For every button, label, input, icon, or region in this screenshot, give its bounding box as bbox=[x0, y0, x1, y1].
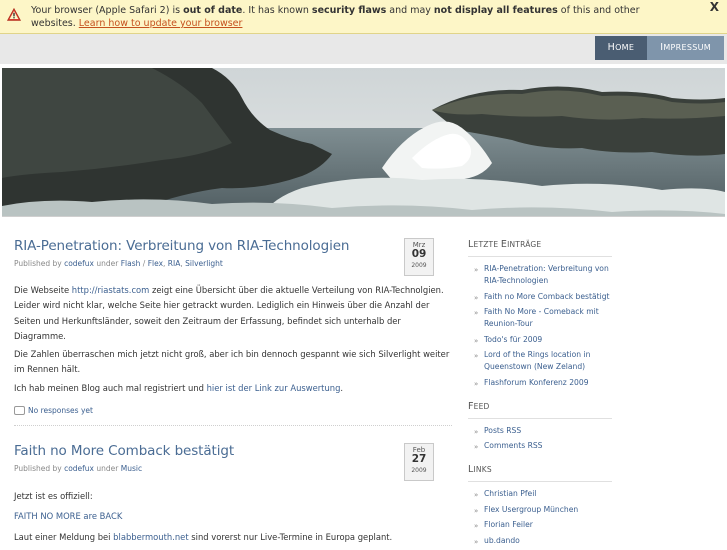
browser-warning-bar: Your browser (Apple Safari 2) is out of … bbox=[0, 0, 727, 34]
sidebar-item-comments-rss[interactable]: » Comments RSS bbox=[462, 440, 612, 452]
post: Faith no More Comback bestätigt Publishe… bbox=[14, 443, 452, 548]
close-warning-button[interactable]: X bbox=[710, 1, 719, 14]
bullet-icon: » bbox=[474, 266, 479, 274]
sidebar-item-recent[interactable]: » Lord of the Rings location in Queenstow… bbox=[462, 349, 612, 373]
author-link[interactable]: codefux bbox=[64, 464, 94, 473]
comment-icon bbox=[14, 406, 25, 416]
sidebar-heading-links: LINKS bbox=[468, 464, 612, 482]
sidebar-item-link[interactable]: » Flex Usergroup München bbox=[462, 504, 612, 516]
category-link[interactable]: Flash bbox=[121, 259, 141, 268]
post-title[interactable]: RIA-Penetration: Verbreitung von RIA-Tec… bbox=[14, 238, 452, 254]
sidebar-heading-recent: LETZTE EINTRÄGE bbox=[468, 239, 612, 257]
post: RIA-Penetration: Verbreitung von RIA-Tec… bbox=[14, 238, 452, 416]
nav-home[interactable]: HOME bbox=[594, 36, 648, 60]
warning-icon bbox=[7, 8, 21, 21]
recent-posts-list: » RIA-Penetration: Verbreitung von RIA-Te… bbox=[462, 263, 612, 389]
bullet-icon: » bbox=[474, 427, 479, 436]
sidebar: LETZTE EINTRÄGE » RIA-Penetration: Verbre… bbox=[462, 230, 612, 550]
sidebar-item-link[interactable]: » Christian Pfeil bbox=[462, 488, 612, 500]
bullet-icon: » bbox=[474, 506, 479, 515]
author-link[interactable]: codefux bbox=[64, 259, 94, 268]
sidebar-item-recent[interactable]: » RIA-Penetration: Verbreitung von RIA-Te… bbox=[462, 263, 612, 287]
category-link[interactable]: Flex bbox=[148, 259, 163, 268]
post-date: Feb 27 2009 bbox=[404, 443, 434, 481]
riastats-link[interactable]: http://riastats.com bbox=[72, 285, 150, 295]
links-list: » Christian Pfeil » Flex Usergroup München… bbox=[462, 488, 612, 547]
stats-link[interactable]: hier ist der Link zur Auswertung bbox=[207, 383, 341, 393]
bullet-icon: » bbox=[474, 309, 479, 317]
sidebar-item-link[interactable]: » Florian Feiler bbox=[462, 519, 612, 531]
sidebar-item-recent[interactable]: » Todo's für 2009 bbox=[462, 334, 612, 346]
blabbermouth-link[interactable]: blabbermouth.net bbox=[113, 532, 188, 542]
bullet-icon: » bbox=[474, 379, 479, 388]
bullet-icon: » bbox=[474, 491, 479, 499]
nav-impressum[interactable]: IMPRESSUM bbox=[647, 36, 724, 60]
post-date: Mrz 09 2009 bbox=[404, 238, 434, 276]
feed-list: » Posts RSS » Comments RSS bbox=[462, 425, 612, 453]
sidebar-item-recent[interactable]: » Faith no More Comback bestätigt bbox=[462, 291, 612, 303]
bullet-icon: » bbox=[474, 443, 479, 451]
sidebar-heading-feed: FEED bbox=[468, 401, 612, 419]
main-nav: HOME IMPRESSUM bbox=[594, 36, 724, 60]
post-body: Jetzt ist es offiziell: FAITH NO MORE ar… bbox=[14, 491, 393, 542]
faith-no-more-link[interactable]: FAITH NO MORE are BACK bbox=[14, 511, 122, 521]
category-link[interactable]: RIA bbox=[168, 259, 181, 268]
bullet-icon: » bbox=[474, 293, 479, 302]
bullet-icon: » bbox=[474, 522, 479, 530]
sidebar-item-recent[interactable]: » Flashforum Konferenz 2009 bbox=[462, 377, 612, 389]
category-link[interactable]: Music bbox=[121, 464, 142, 473]
bullet-icon: » bbox=[474, 537, 479, 546]
warning-message: Your browser (Apple Safari 2) is out of … bbox=[31, 5, 640, 29]
post-separator bbox=[14, 425, 452, 426]
post-body: Die Webseite http://riastats.com zeigt e… bbox=[14, 285, 450, 393]
post-title[interactable]: Faith no More Comback bestätigt bbox=[14, 443, 452, 459]
header-banner-image bbox=[2, 68, 725, 217]
update-browser-link[interactable]: Learn how to update your browser bbox=[79, 18, 243, 29]
post-meta: Published by codefux under Flash / Flex,… bbox=[14, 259, 223, 268]
sidebar-item-recent[interactable]: » Faith No More - Comeback mit Reunion-To… bbox=[462, 306, 612, 330]
bullet-icon: » bbox=[474, 352, 479, 360]
bullet-icon: » bbox=[474, 336, 479, 345]
comments-link[interactable]: No responses yet bbox=[14, 406, 452, 416]
post-meta: Published by codefux under Music bbox=[14, 464, 143, 473]
sidebar-item-posts-rss[interactable]: » Posts RSS bbox=[462, 425, 612, 437]
category-link[interactable]: Silverlight bbox=[185, 259, 223, 268]
